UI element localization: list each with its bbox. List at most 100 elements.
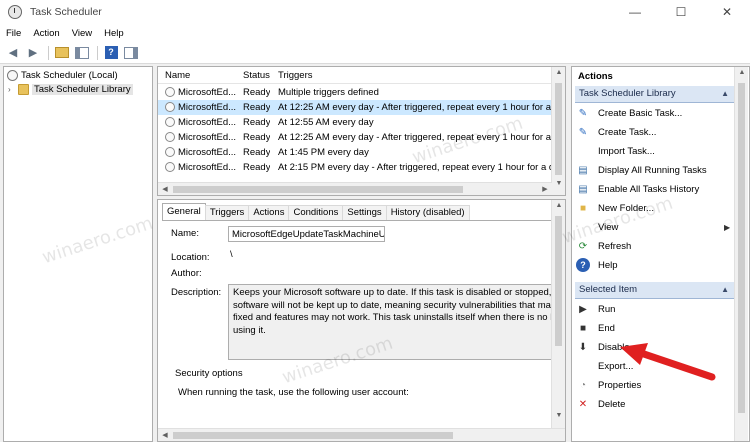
action-item-create-basic-task[interactable]: ✎ Create Basic Task... (576, 105, 683, 121)
scroll-down-arrow-icon[interactable]: ▼ (552, 412, 565, 419)
scroll-thumb[interactable] (738, 83, 745, 413)
task-status-cell: Ready (243, 162, 271, 173)
scroll-up-arrow-icon[interactable]: ▲ (552, 69, 565, 76)
author-label: Author: (171, 268, 202, 279)
description-line: using it. (233, 324, 266, 336)
tab-actions[interactable]: Actions (248, 205, 290, 221)
running-tasks-icon: ▤ (578, 164, 588, 176)
action-label: Create Task... (598, 126, 657, 138)
task-clock-icon (165, 132, 175, 142)
menu-view[interactable]: View (66, 28, 98, 39)
actions-vertical-scrollbar[interactable]: ▲ (734, 67, 749, 441)
action-item-export[interactable]: Export... (576, 358, 633, 374)
action-item-run[interactable]: ▶ Run (576, 301, 615, 317)
table-row[interactable]: MicrosoftEd... Ready At 1:45 PM every day (158, 145, 552, 160)
scroll-thumb[interactable] (555, 216, 562, 346)
action-item-properties[interactable]: ◔ Properties (576, 377, 641, 393)
actions-pane: Actions Task Scheduler Library ▲ ✎ Create… (571, 66, 750, 442)
toolbar: ◀ ▶ ? (0, 42, 750, 64)
collapse-arrow-icon[interactable]: ▲ (721, 282, 729, 298)
table-row[interactable]: MicrosoftEd... Ready At 2:15 PM every day … (158, 160, 552, 175)
help-icon[interactable]: ? (102, 45, 120, 61)
show-hide-action-pane-icon[interactable] (122, 45, 140, 61)
scroll-up-arrow-icon[interactable]: ▲ (735, 69, 749, 76)
action-label: End (598, 322, 615, 334)
column-header-name[interactable]: Name (165, 70, 190, 81)
selected-header-label: Selected Item (579, 284, 638, 295)
details-horizontal-scrollbar[interactable]: ◀ (158, 428, 565, 441)
action-item-new-folder[interactable]: ■ New Folder... (576, 200, 654, 216)
table-row[interactable]: MicrosoftEd... Ready Multiple triggers def… (158, 85, 552, 100)
scroll-thumb[interactable] (555, 83, 562, 175)
table-row[interactable]: MicrosoftEd... Ready At 12:25 AM every day… (158, 100, 552, 115)
table-row[interactable]: MicrosoftEd... Ready At 12:55 AM every day (158, 115, 552, 130)
task-clock-icon (165, 102, 175, 112)
scroll-right-arrow-icon[interactable]: ▶ (538, 185, 552, 193)
action-item-view[interactable]: View ▶ (576, 219, 730, 235)
task-list-horizontal-scrollbar[interactable]: ◀ ▶ (158, 182, 552, 195)
action-item-create-task[interactable]: ✎ Create Task... (576, 124, 657, 140)
selected-section-header[interactable]: Selected Item ▲ (575, 282, 735, 299)
scroll-left-arrow-icon[interactable]: ◀ (158, 185, 172, 193)
expand-chevron-icon[interactable]: › (8, 85, 18, 94)
maximize-button[interactable]: ☐ (658, 0, 704, 24)
scroll-left-arrow-icon[interactable]: ◀ (158, 431, 172, 439)
action-item-end[interactable]: ■ End (576, 320, 615, 336)
up-folder-icon[interactable] (53, 45, 71, 61)
tab-conditions[interactable]: Conditions (288, 205, 344, 221)
library-section-header[interactable]: Task Scheduler Library ▲ (575, 86, 735, 103)
action-label: Create Basic Task... (598, 107, 683, 119)
scroll-up-arrow-icon[interactable]: ▲ (552, 202, 565, 209)
action-item-delete[interactable]: ✕ Delete (576, 396, 626, 412)
action-item-enable-all-tasks-history[interactable]: ▤ Enable All Tasks History (576, 181, 699, 197)
menu-file[interactable]: File (0, 28, 27, 39)
delete-icon: ✕ (578, 398, 588, 410)
task-list: Name Status Triggers MicrosoftEd... Ready… (157, 66, 566, 196)
submenu-arrow-icon: ▶ (724, 222, 731, 232)
tab-settings[interactable]: Settings (342, 205, 387, 221)
tree-item-library[interactable]: › Task Scheduler Library (8, 82, 133, 96)
tab-triggers[interactable]: Triggers (204, 205, 250, 221)
task-status-cell: Ready (243, 147, 271, 158)
security-account-text: When running the task, use the following… (178, 387, 409, 398)
action-item-refresh[interactable]: ⟳ Refresh (576, 238, 631, 254)
show-hide-console-tree-icon[interactable] (73, 45, 91, 61)
action-label: New Folder... (598, 202, 654, 214)
tab-history[interactable]: History (disabled) (385, 205, 470, 221)
action-item-display-all-running-tasks[interactable]: ▤ Display All Running Tasks (576, 162, 706, 178)
clock-icon (7, 69, 18, 81)
name-field[interactable]: MicrosoftEdgeUpdateTaskMachineUA (228, 226, 385, 242)
action-item-help[interactable]: ? Help (576, 257, 618, 273)
menu-action[interactable]: Action (27, 28, 65, 39)
task-name-cell: MicrosoftEd... (178, 162, 237, 173)
task-triggers-cell: At 2:15 PM every day - After triggered, … (278, 162, 552, 173)
tree-root-label: Task Scheduler (Local) (21, 69, 118, 81)
minimize-button[interactable]: — (612, 0, 658, 24)
scroll-down-arrow-icon[interactable]: ▼ (552, 180, 565, 187)
window-title: Task Scheduler (30, 6, 102, 18)
forward-arrow-icon[interactable]: ▶ (24, 45, 42, 61)
collapse-arrow-icon[interactable]: ▲ (721, 86, 729, 102)
menu-help[interactable]: Help (98, 28, 130, 39)
task-name-cell: MicrosoftEd... (178, 117, 237, 128)
task-triggers-cell: At 12:55 AM every day (278, 117, 374, 128)
scroll-thumb[interactable] (173, 432, 453, 439)
action-item-disable[interactable]: ⬇ Disable (576, 339, 630, 355)
action-item-import-task[interactable]: Import Task... (576, 143, 655, 159)
column-header-triggers[interactable]: Triggers (278, 70, 313, 81)
back-arrow-icon[interactable]: ◀ (4, 45, 22, 61)
description-field[interactable]: Keeps your Microsoft software up to date… (228, 284, 552, 360)
table-row[interactable]: MicrosoftEd... Ready At 12:25 AM every day… (158, 130, 552, 145)
tree-item-label: Task Scheduler Library (32, 83, 133, 95)
task-triggers-cell: Multiple triggers defined (278, 87, 379, 98)
details-vertical-scrollbar[interactable]: ▲ ▼ (551, 200, 565, 428)
task-list-vertical-scrollbar[interactable]: ▲ ▼ (551, 67, 565, 195)
action-label: Properties (598, 379, 642, 391)
column-header-status[interactable]: Status (243, 70, 270, 81)
close-button[interactable]: ✕ (704, 0, 750, 24)
tab-general[interactable]: General (162, 203, 206, 221)
tree-root[interactable]: Task Scheduler (Local) (7, 68, 118, 82)
create-task-icon: ✎ (578, 126, 588, 138)
folder-icon (18, 83, 29, 95)
scroll-thumb[interactable] (173, 186, 463, 193)
